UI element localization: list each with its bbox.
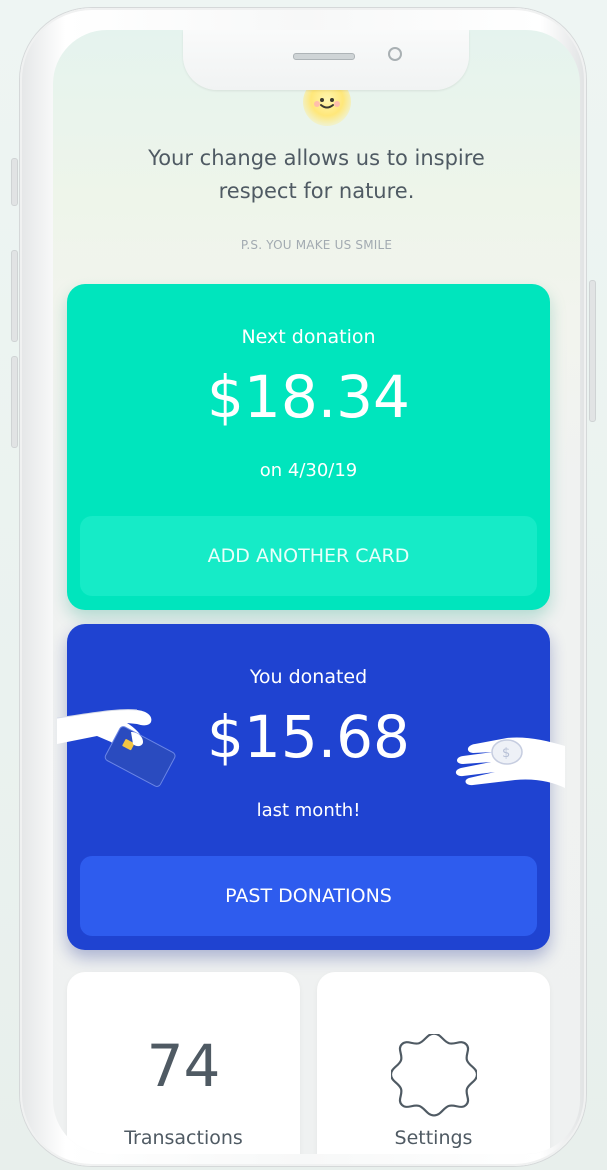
transactions-label: Transactions (124, 1127, 243, 1149)
past-donation-period: last month! (256, 800, 361, 821)
settings-label: Settings (394, 1127, 473, 1149)
next-donation-amount: $18.34 (207, 363, 410, 431)
side-button (11, 158, 18, 206)
past-donations-button[interactable]: PAST DONATIONS (80, 856, 537, 936)
power-button (589, 280, 596, 422)
gear-icon (391, 1034, 477, 1117)
headline-line-2: respect for nature. (218, 179, 415, 203)
next-donation-card: Next donation $18.34 on 4/30/19 ADD ANOT… (67, 284, 550, 610)
hand-with-coin-icon: $ (455, 737, 565, 788)
transactions-tile[interactable]: 74 Transactions (67, 972, 300, 1154)
svg-text:$: $ (502, 746, 510, 761)
app-screen: Your change allows us to inspire respect… (53, 30, 580, 1154)
side-button (11, 250, 18, 342)
camera (388, 47, 402, 61)
notch (183, 30, 469, 90)
next-donation-date: on 4/30/19 (259, 460, 358, 481)
add-another-card-button[interactable]: ADD ANOTHER CARD (80, 516, 537, 596)
past-donation-label: You donated (249, 666, 368, 688)
past-donation-card: You donated $15.68 $ last month! PAST DO… (57, 624, 565, 950)
settings-tile[interactable]: Settings (317, 972, 550, 1154)
phone-frame: Your change allows us to inspire respect… (11, 8, 596, 1166)
ps-note: P.S. YOU MAKE US SMILE (240, 238, 393, 252)
headline: Your change allows us to inspire respect… (83, 142, 550, 208)
speaker (293, 53, 355, 60)
side-button (11, 356, 18, 448)
headline-line-1: Your change allows us to inspire (148, 146, 485, 170)
transactions-count: 74 (146, 1032, 221, 1100)
next-donation-label: Next donation (241, 326, 376, 348)
